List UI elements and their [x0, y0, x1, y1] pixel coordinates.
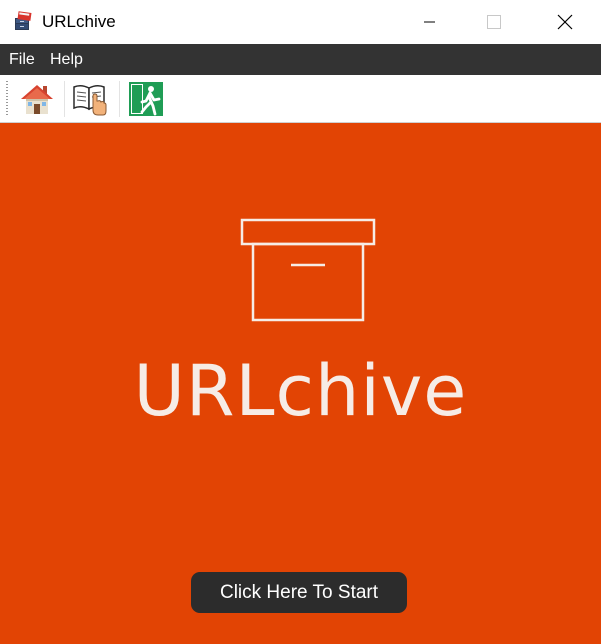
minimize-button[interactable] — [407, 0, 453, 44]
home-icon — [21, 85, 53, 114]
splash-panel: URLchive Click Here To Start — [0, 123, 601, 644]
maximize-icon — [487, 15, 501, 29]
brand-logo-text: URLchive — [133, 350, 468, 432]
maximize-button[interactable] — [471, 0, 517, 44]
toolbar-grip[interactable] — [6, 81, 8, 117]
home-button[interactable] — [18, 80, 56, 118]
exit-button[interactable] — [127, 80, 165, 118]
file-cabinet-icon — [12, 10, 34, 32]
archive-box-icon — [240, 218, 376, 322]
window-title: URLchive — [42, 12, 116, 31]
exit-door-icon — [129, 82, 163, 116]
close-icon — [557, 14, 573, 30]
menu-help[interactable]: Help — [50, 51, 83, 69]
toolbar-separator — [64, 81, 65, 117]
title-bar[interactable]: URLchive — [0, 0, 601, 44]
toolbar-separator — [119, 81, 120, 117]
app-window: URLchive File Help URLchive Click Here T… — [0, 0, 601, 644]
menu-file[interactable]: File — [9, 51, 35, 69]
close-button[interactable] — [542, 0, 588, 44]
start-button[interactable]: Click Here To Start — [191, 572, 407, 613]
minimize-icon — [424, 21, 435, 23]
menu-bar: File Help — [0, 44, 601, 75]
manual-book-icon — [73, 84, 107, 116]
toolbar — [0, 75, 601, 123]
manual-button[interactable] — [71, 80, 109, 118]
